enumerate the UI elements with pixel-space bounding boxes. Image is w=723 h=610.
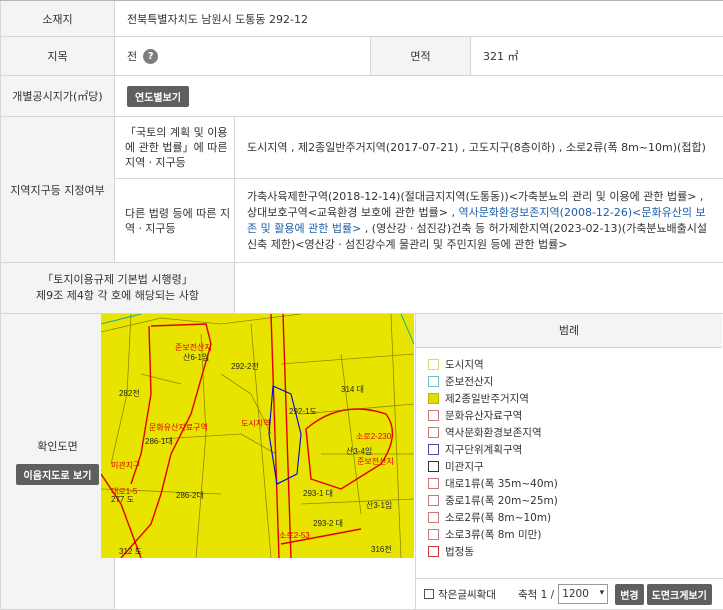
zoning-label: 지역지구등 지정여부	[0, 116, 115, 263]
legend-label: 도시지역	[445, 359, 484, 371]
map-section-label: 확인도면	[37, 440, 78, 453]
location-label: 소재지	[0, 0, 115, 37]
legend-swatch	[428, 529, 439, 540]
svg-text:소로2-230: 소로2-230	[356, 432, 392, 441]
legend-swatch	[428, 410, 439, 421]
legend-list: 도시지역준보전산지제2종일반주거지역문화유산자료구역역사문화환경보존지역지구단위…	[428, 356, 558, 560]
legend-label: 제2종일반주거지역	[445, 393, 529, 405]
legend-item: 소로3류(폭 8m 미만)	[428, 526, 558, 543]
scale-value: 1200	[562, 588, 589, 600]
change-scale-button[interactable]: 변경	[615, 583, 644, 605]
legend-item: 문화유산자료구역	[428, 407, 558, 424]
legend-label: 중로1류(폭 20m~25m)	[445, 495, 558, 507]
svg-text:282전: 282전	[119, 388, 140, 398]
location-value: 전북특별자치도 남원시 도통동 292-12	[113, 0, 723, 37]
legend-item: 미관지구	[428, 458, 558, 475]
yearly-price-button[interactable]: 연도별보기	[127, 85, 189, 107]
legend-label: 소로2류(폭 8m~10m)	[445, 512, 552, 524]
legend-swatch	[428, 512, 439, 523]
scale-label: 축척 1 /	[517, 588, 555, 601]
legend-label: 역사문화환경보존지역	[445, 427, 542, 439]
legend-item: 대로1류(폭 35m~40m)	[428, 475, 558, 492]
legend-item: 제2종일반주거지역	[428, 390, 558, 407]
article-value	[233, 262, 723, 314]
legend-swatch	[428, 444, 439, 455]
legend-label: 소로3류(폭 8m 미만)	[445, 529, 542, 541]
svg-text:316전: 316전	[371, 544, 392, 554]
legend-swatch	[428, 461, 439, 472]
price-cell: 연도별보기	[113, 75, 723, 117]
scale-select[interactable]: 1200 ▾	[558, 584, 609, 604]
legend-swatch	[428, 359, 439, 370]
land-category-value: 전	[127, 49, 138, 63]
land-use-map[interactable]: 준보전산지 산6-1임 292-2전 314 대 282전 문화유산자료구역 도시지역…	[101, 314, 414, 558]
svg-text:산3-1임: 산3-1임	[366, 500, 392, 510]
small-font-label: 작은글씨확대	[438, 588, 496, 601]
svg-text:산3-4임: 산3-4임	[346, 446, 372, 456]
small-font-checkbox[interactable]	[424, 589, 434, 599]
svg-text:286-2대: 286-2대	[176, 491, 204, 500]
svg-text:292-1도: 292-1도	[289, 407, 317, 416]
national-zoning-value: 도시지역 , 제2종일반주거지역(2017-07-21) , 고도지구(8층이하…	[233, 116, 723, 179]
legend-label: 준보전산지	[445, 376, 494, 388]
svg-text:293-2 대: 293-2 대	[313, 519, 343, 528]
legend-label: 미관지구	[445, 461, 484, 473]
legend-label: 문화유산자료구역	[445, 410, 523, 422]
legend-label: 지구단위계획구역	[445, 444, 523, 456]
legend-item: 소로2류(폭 8m~10m)	[428, 509, 558, 526]
article-label-line1: 「토지이용규제 기본법 시행령」	[42, 273, 193, 286]
legend-title: 범례	[416, 314, 722, 348]
svg-text:293-1 대: 293-1 대	[303, 489, 333, 498]
other-zoning-label: 다른 법령 등에 따른 지역ㆍ지구등	[114, 178, 235, 263]
svg-text:314 대: 314 대	[341, 385, 364, 394]
legend-item: 준보전산지	[428, 373, 558, 390]
legend-item: 지구단위계획구역	[428, 441, 558, 458]
map-controls: 작은글씨확대 축척 1 / 1200 ▾ 변경 도면크게보기	[416, 578, 723, 609]
legend-swatch	[428, 478, 439, 489]
legend-item: 도시지역	[428, 356, 558, 373]
svg-text:292-2전: 292-2전	[231, 361, 259, 371]
legend-swatch	[428, 495, 439, 506]
map-section-label-cell: 확인도면 이음지도로 보기	[0, 313, 115, 610]
legend-swatch	[428, 393, 439, 404]
price-label: 개별공시지가(㎡당)	[0, 75, 115, 117]
svg-text:문화유산자료구역: 문화유산자료구역	[149, 422, 208, 432]
legend-panel: 범례 도시지역준보전산지제2종일반주거지역문화유산자료구역역사문화환경보존지역지…	[415, 314, 723, 609]
svg-text:미관지구: 미관지구	[111, 460, 140, 470]
land-category-label: 지목	[0, 36, 115, 76]
svg-text:277 도: 277 도	[111, 495, 134, 504]
map-drawing: 준보전산지산6-1임 292-2전314 대 282전문화유산자료구역 도시지역…	[101, 314, 414, 558]
eum-map-button[interactable]: 이음지도로 보기	[15, 464, 100, 485]
legend-swatch	[428, 376, 439, 387]
svg-text:준보전산지: 준보전산지	[175, 342, 212, 352]
svg-text:산6-1임: 산6-1임	[183, 352, 209, 362]
legend-swatch	[428, 546, 439, 557]
legend-item: 법정동	[428, 543, 558, 560]
national-zoning-label: 「국토의 계획 및 이용에 관한 법률」에 따른 지역ㆍ지구등	[114, 116, 235, 179]
svg-text:286-1대: 286-1대	[145, 437, 173, 446]
other-zoning-value: 가축사육제한구역(2018-12-14)(절대금지지역(도통동))<가축분뇨의 …	[233, 178, 723, 263]
help-icon[interactable]: ?	[143, 49, 159, 65]
legend-item: 역사문화환경보존지역	[428, 424, 558, 441]
svg-text:준보전산지: 준보전산지	[357, 456, 394, 466]
enlarge-map-button[interactable]: 도면크게보기	[646, 583, 712, 605]
land-category-cell: 전?	[114, 36, 371, 76]
area-value: 321 ㎡	[469, 36, 723, 76]
legend-item: 중로1류(폭 20m~25m)	[428, 492, 558, 509]
legend-label: 대로1류(폭 35m~40m)	[445, 478, 558, 490]
article-label-line2: 제9조 제4항 각 호에 해당되는 사항	[35, 289, 200, 302]
chevron-down-icon: ▾	[599, 588, 605, 598]
svg-text:312 도: 312 도	[119, 547, 142, 556]
legend-label: 법정동	[445, 546, 474, 558]
svg-text:소로2-53: 소로2-53	[279, 531, 310, 540]
legend-swatch	[428, 427, 439, 438]
area-label: 면적	[370, 36, 471, 76]
article-label: 「토지이용규제 기본법 시행령」 제9조 제4항 각 호에 해당되는 사항	[0, 262, 235, 314]
svg-text:도시지역: 도시지역	[241, 418, 270, 428]
